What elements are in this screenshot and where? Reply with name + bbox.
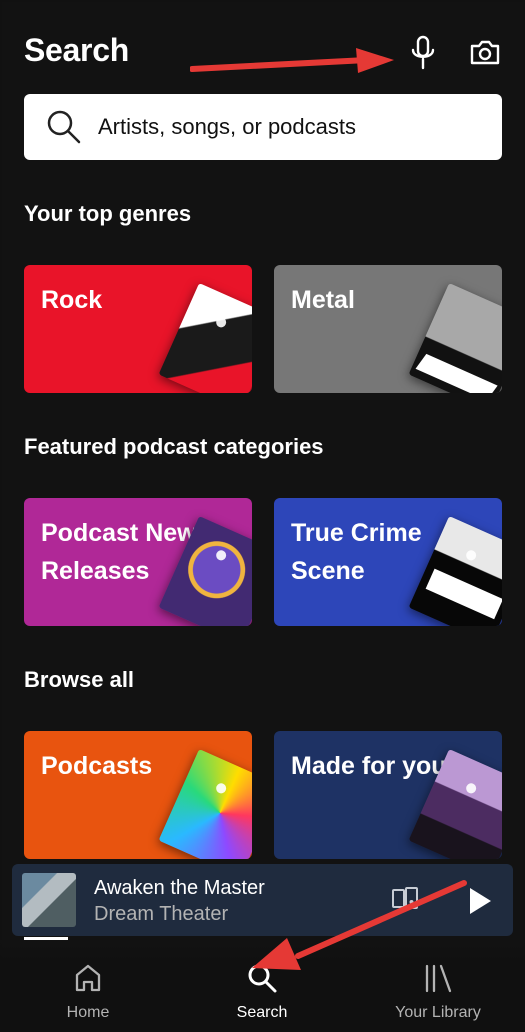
browse-all-heading: Browse all xyxy=(24,667,135,692)
voice-search-button[interactable] xyxy=(405,34,441,72)
microphone-icon xyxy=(411,35,435,70)
search-icon xyxy=(47,110,81,144)
mini-player[interactable]: Awaken the Master Dream Theater xyxy=(12,864,513,936)
featured-podcast-categories-heading: Featured podcast categories xyxy=(24,434,324,459)
track-title: Awaken the Master xyxy=(94,877,265,899)
camera-search-button[interactable] xyxy=(467,34,503,72)
search-placeholder: Artists, songs, or podcasts xyxy=(98,114,356,139)
search-input[interactable]: Artists, songs, or podcasts xyxy=(24,94,502,160)
library-icon xyxy=(425,964,452,993)
album-art xyxy=(22,873,76,927)
spotify-logo-icon xyxy=(214,781,228,795)
true-crime-scene-card[interactable]: True Crime Scene xyxy=(274,498,502,626)
devices-button[interactable] xyxy=(390,884,420,914)
home-icon xyxy=(75,964,101,992)
metal-genre-card[interactable]: Metal xyxy=(274,265,502,393)
search-tab[interactable]: Search xyxy=(218,962,306,1032)
top-genres-heading: Your top genres xyxy=(24,201,192,226)
spotify-logo-icon xyxy=(214,315,228,329)
track-artist: Dream Theater xyxy=(94,903,229,925)
play-button[interactable] xyxy=(460,882,498,920)
page-title: Search xyxy=(24,32,129,68)
devices-icon xyxy=(392,887,418,909)
bottom-navigation: Home Search Your Library xyxy=(0,940,525,1032)
spotify-logo-icon xyxy=(464,781,478,795)
play-icon xyxy=(470,888,491,914)
your-library-tab-label: Your Library xyxy=(395,1004,481,1021)
search-tab-label: Search xyxy=(236,1004,288,1021)
podcasts-card[interactable]: Podcasts xyxy=(24,731,252,859)
your-library-tab[interactable]: Your Library xyxy=(380,962,496,1032)
home-tab-label: Home xyxy=(66,1004,110,1021)
search-icon xyxy=(248,964,277,993)
spotify-logo-icon xyxy=(214,548,228,562)
camera-icon xyxy=(470,40,500,65)
podcast-new-releases-card[interactable]: Podcast New Releases xyxy=(24,498,252,626)
made-for-you-card[interactable]: Made for you xyxy=(274,731,502,859)
home-tab[interactable]: Home xyxy=(44,962,132,1032)
rock-genre-card[interactable]: Rock xyxy=(24,265,252,393)
spotify-logo-icon xyxy=(464,548,478,562)
